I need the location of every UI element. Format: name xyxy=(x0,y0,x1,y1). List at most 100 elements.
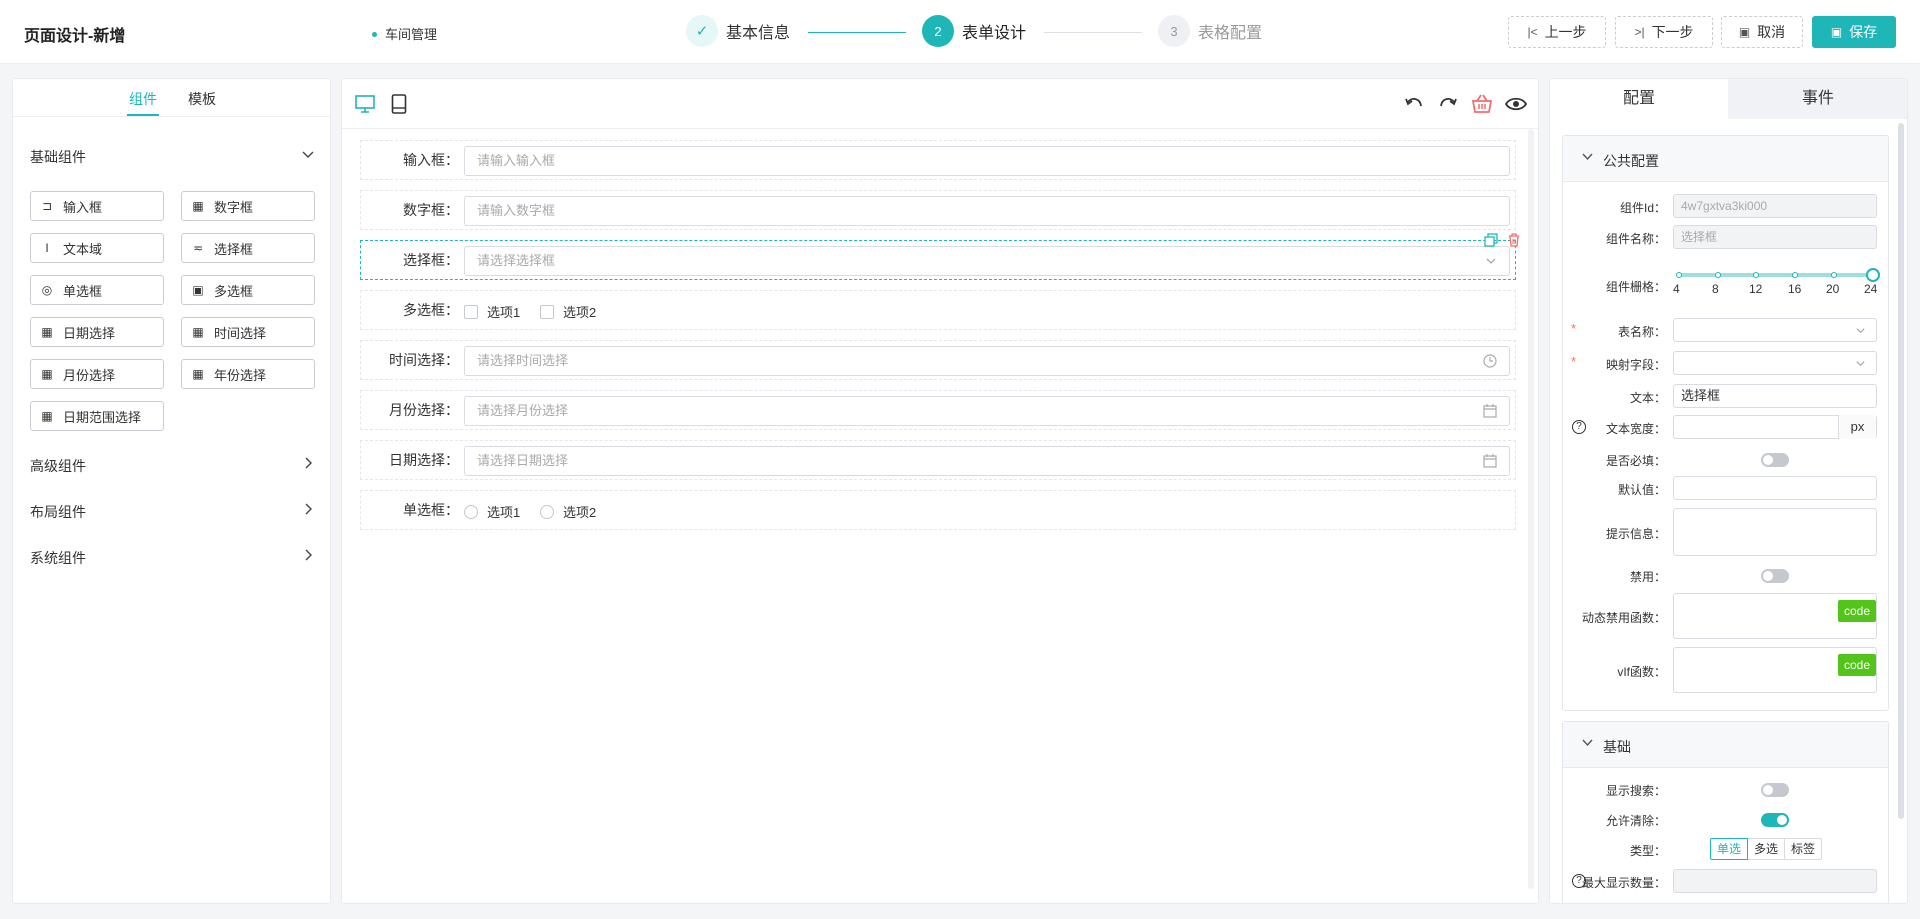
form-item-date[interactable]: 日期选择： 请选择日期选择 xyxy=(360,440,1516,480)
allow-clear-toggle[interactable] xyxy=(1761,813,1789,827)
undo-icon[interactable] xyxy=(1402,93,1426,115)
code-button[interactable]: code xyxy=(1838,654,1876,676)
panel-scrollbar[interactable] xyxy=(1898,123,1904,819)
tab-config[interactable]: 配置 xyxy=(1550,79,1728,119)
preview-eye-icon[interactable] xyxy=(1504,93,1528,115)
component-date-range[interactable]: ▦ 日期范围选择 xyxy=(30,401,164,431)
tab-events[interactable]: 事件 xyxy=(1729,79,1907,119)
copy-icon[interactable] xyxy=(1484,233,1498,247)
save-button[interactable]: ▣ 保存 xyxy=(1812,16,1896,48)
component-select[interactable]: ≂ 选择框 xyxy=(181,233,315,263)
tablet-icon[interactable] xyxy=(387,93,411,115)
form-item-time[interactable]: 时间选择： 请选择时间选择 xyxy=(360,340,1516,380)
component-input[interactable]: ⊐ 输入框 xyxy=(30,191,164,221)
design-canvas: 输入框： 请输入输入框 数字框： 请输入数字框 选择框： 请选择选择框 多选框：… xyxy=(341,78,1539,904)
next-step-button[interactable]: >| 下一步 xyxy=(1615,16,1713,48)
hint-textarea[interactable] xyxy=(1673,508,1877,556)
property-panel: 配置 事件 公共配置 组件Id： 4w7gxtva3ki000 组件名称： 选择… xyxy=(1549,78,1908,904)
type-multiple-option[interactable]: 多选 xyxy=(1748,838,1786,860)
component-time[interactable]: ▦ 时间选择 xyxy=(181,317,315,347)
form-item-checkbox[interactable]: 多选框： 选项1 选项2 xyxy=(360,290,1516,330)
group-basic[interactable]: 基础组件 xyxy=(30,147,315,167)
radio[interactable] xyxy=(464,504,478,519)
component-month[interactable]: ▦ 月份选择 xyxy=(30,359,164,389)
select-field[interactable]: 请选择选择框 xyxy=(464,246,1510,276)
tab-components[interactable]: 组件 xyxy=(127,89,159,116)
group-layout[interactable]: 布局组件 xyxy=(30,502,315,522)
mapping-field-select[interactable] xyxy=(1673,351,1877,375)
breadcrumb[interactable]: 车间管理 xyxy=(372,24,437,43)
group-advanced[interactable]: 高级组件 xyxy=(30,456,315,476)
text-width-input[interactable]: px xyxy=(1673,415,1877,439)
default-value-input[interactable] xyxy=(1673,476,1877,500)
vif-editor[interactable]: code xyxy=(1673,647,1877,693)
component-label: 日期选择 xyxy=(63,325,116,341)
component-number[interactable]: ▦ 数字框 xyxy=(181,191,315,221)
desktop-icon[interactable] xyxy=(353,93,377,115)
step-table-config[interactable]: 3 表格配置 xyxy=(1158,14,1262,48)
checkbox-option[interactable]: 选项2 xyxy=(540,302,596,321)
step-number: 3 xyxy=(1158,15,1190,47)
component-label: 选择框 xyxy=(214,241,254,257)
checkbox[interactable] xyxy=(464,304,478,319)
radio[interactable] xyxy=(540,504,554,519)
month-field[interactable]: 请选择月份选择 xyxy=(464,396,1510,426)
canvas-scrollbar[interactable] xyxy=(1528,129,1534,889)
cancel-label: 取消 xyxy=(1757,24,1786,40)
step-basic-info[interactable]: ✓ 基本信息 xyxy=(686,14,790,48)
component-id-field[interactable]: 4w7gxtva3ki000 xyxy=(1673,194,1877,218)
cancel-button[interactable]: ▣ 取消 xyxy=(1721,16,1803,48)
form-item-select[interactable]: 选择框： 请选择选择框 xyxy=(360,233,1519,280)
show-search-toggle[interactable] xyxy=(1761,783,1789,797)
number-field[interactable]: 请输入数字框 xyxy=(464,196,1510,226)
chevron-down-icon xyxy=(1582,739,1593,747)
clear-basket-icon[interactable] xyxy=(1470,93,1494,115)
component-label: 月份选择 xyxy=(63,367,116,383)
type-label: 类型： xyxy=(1629,844,1666,858)
step-form-design[interactable]: 2 表单设计 xyxy=(922,14,1026,48)
step-connector xyxy=(808,32,906,33)
form-item-radio[interactable]: 单选框： 选项1 选项2 xyxy=(360,490,1516,530)
max-display-input[interactable] xyxy=(1673,869,1877,893)
input-field[interactable]: 请输入输入框 xyxy=(464,146,1510,176)
time-field[interactable]: 请选择时间选择 xyxy=(464,346,1510,376)
delete-icon[interactable] xyxy=(1507,233,1521,247)
form-item-input[interactable]: 输入框： 请输入输入框 xyxy=(360,140,1516,180)
section-header[interactable]: 基础 xyxy=(1563,722,1888,768)
property-tabs: 配置 事件 xyxy=(1550,79,1907,119)
grid-slider-track[interactable] xyxy=(1679,273,1876,277)
section-header[interactable]: 公共配置 xyxy=(1563,136,1888,182)
radio-option[interactable]: 选项2 xyxy=(540,502,596,521)
component-textarea[interactable]: I 文本域 xyxy=(30,233,164,263)
form-item-month[interactable]: 月份选择： 请选择月份选择 xyxy=(360,390,1516,430)
table-name-select[interactable] xyxy=(1673,318,1877,342)
disabled-toggle[interactable] xyxy=(1761,569,1789,583)
component-checkbox[interactable]: ▣ 多选框 xyxy=(181,275,315,305)
tab-templates[interactable]: 模板 xyxy=(188,89,216,109)
component-name-field[interactable]: 选择框 xyxy=(1673,225,1877,249)
component-year[interactable]: ▦ 年份选择 xyxy=(181,359,315,389)
chevron-down-icon xyxy=(1486,258,1496,264)
group-system[interactable]: 系统组件 xyxy=(30,548,315,568)
required-toggle[interactable] xyxy=(1761,453,1789,467)
radio-option[interactable]: 选项1 xyxy=(464,502,520,521)
grid-slider-handle[interactable] xyxy=(1866,268,1880,282)
type-tag-option[interactable]: 标签 xyxy=(1785,838,1823,860)
code-button[interactable]: code xyxy=(1838,600,1876,622)
checkbox[interactable] xyxy=(540,304,554,319)
component-radio[interactable]: ◎ 单选框 xyxy=(30,275,164,305)
input-icon: ⊐ xyxy=(41,199,53,213)
type-single-option[interactable]: 单选 xyxy=(1710,838,1749,860)
dynamic-disable-editor[interactable]: code xyxy=(1673,593,1877,639)
checkbox-option[interactable]: 选项1 xyxy=(464,302,520,321)
chevron-down-icon xyxy=(1582,153,1593,161)
prev-step-button[interactable]: |< 上一步 xyxy=(1508,16,1606,48)
component-date[interactable]: ▦ 日期选择 xyxy=(30,317,164,347)
text-input[interactable]: 选择框 xyxy=(1673,384,1877,408)
date-field[interactable]: 请选择日期选择 xyxy=(464,446,1510,476)
next-label: 下一步 xyxy=(1651,24,1694,40)
vif-label: vIf函数： xyxy=(1617,665,1666,679)
redo-icon[interactable] xyxy=(1436,93,1460,115)
component-name-label: 组件名称： xyxy=(1605,232,1666,246)
form-item-number[interactable]: 数字框： 请输入数字框 xyxy=(360,190,1516,230)
